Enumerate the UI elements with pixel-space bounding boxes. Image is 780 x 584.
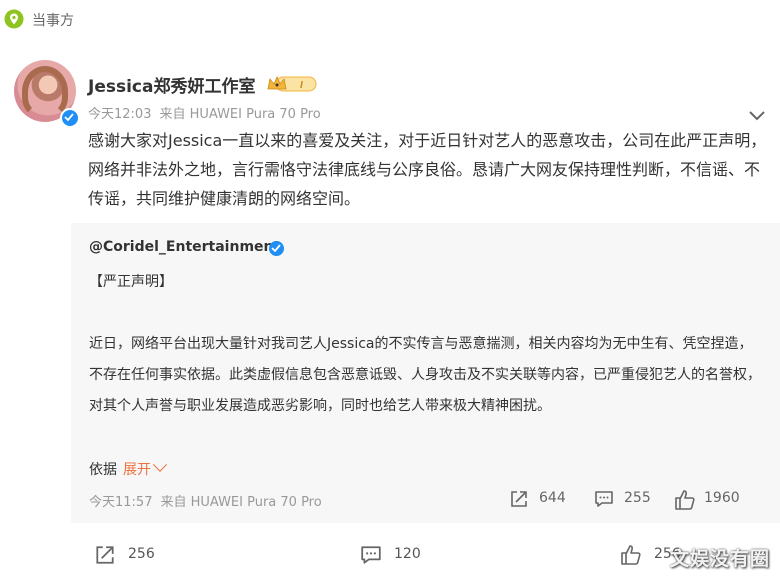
repost-source: 来自 HUAWEI Pura 70 Pro — [160, 495, 322, 510]
repost-count: 256 — [128, 546, 155, 562]
post-time[interactable]: 今天12:03 — [88, 107, 151, 122]
share-icon — [96, 546, 114, 564]
repost-card[interactable]: @Coridel_Entertainment 【严正声明】 近日，网络平台出现大… — [71, 223, 780, 523]
repost-basis-line: 依据 展开 — [89, 457, 168, 479]
post-text: 感谢大家对Jessica一直以来的喜爱及关注，对于近日针对艺人的恶意攻击，公司在… — [88, 131, 767, 208]
svg-text:I: I — [300, 80, 303, 91]
location-pin-icon — [4, 9, 24, 29]
thumbs-up-icon — [621, 545, 641, 565]
comment-count: 120 — [394, 546, 421, 562]
repost-meta: 今天11:57 来自 HUAWEI Pura 70 Pro — [89, 491, 322, 510]
share-icon — [511, 491, 527, 507]
verified-badge-icon — [60, 108, 80, 128]
comment-icon — [361, 546, 381, 564]
comment-icon — [595, 491, 613, 507]
repost-time[interactable]: 今天11:57 — [89, 495, 152, 510]
top-bar: 当事方 — [0, 0, 780, 38]
verified-badge-icon — [269, 241, 284, 256]
expand-link[interactable]: 展开 — [123, 457, 168, 478]
vip-crown-badge-icon[interactable]: I — [266, 74, 318, 94]
basis-label: 依据 — [89, 462, 117, 478]
post-meta: 今天12:03 来自 HUAWEI Pura 70 Pro — [88, 103, 321, 122]
post-action-bar: 256 120 256 — [0, 530, 780, 584]
repost-username[interactable]: @Coridel_Entertainment — [89, 239, 280, 255]
watermark: 文娱没有圈 — [669, 548, 770, 570]
expand-chevron-icon — [152, 457, 168, 472]
repost-body: 近日，网络平台出现大量针对我司艺人Jessica的不实传言与恶意揣测，相关内容均… — [89, 336, 761, 414]
post-username[interactable]: Jessica郑秀妍工作室 — [88, 72, 255, 97]
party-label: 当事方 — [32, 13, 74, 29]
repost-title: 【严正声明】 — [89, 274, 173, 290]
post-source: 来自 HUAWEI Pura 70 Pro — [159, 107, 321, 122]
post-header: Jessica郑秀妍工作室 I 今天12:03 来自 HUAWEI Pura 70… — [0, 52, 780, 132]
chevron-down-icon[interactable] — [748, 110, 766, 122]
thumbs-up-icon — [675, 490, 695, 510]
